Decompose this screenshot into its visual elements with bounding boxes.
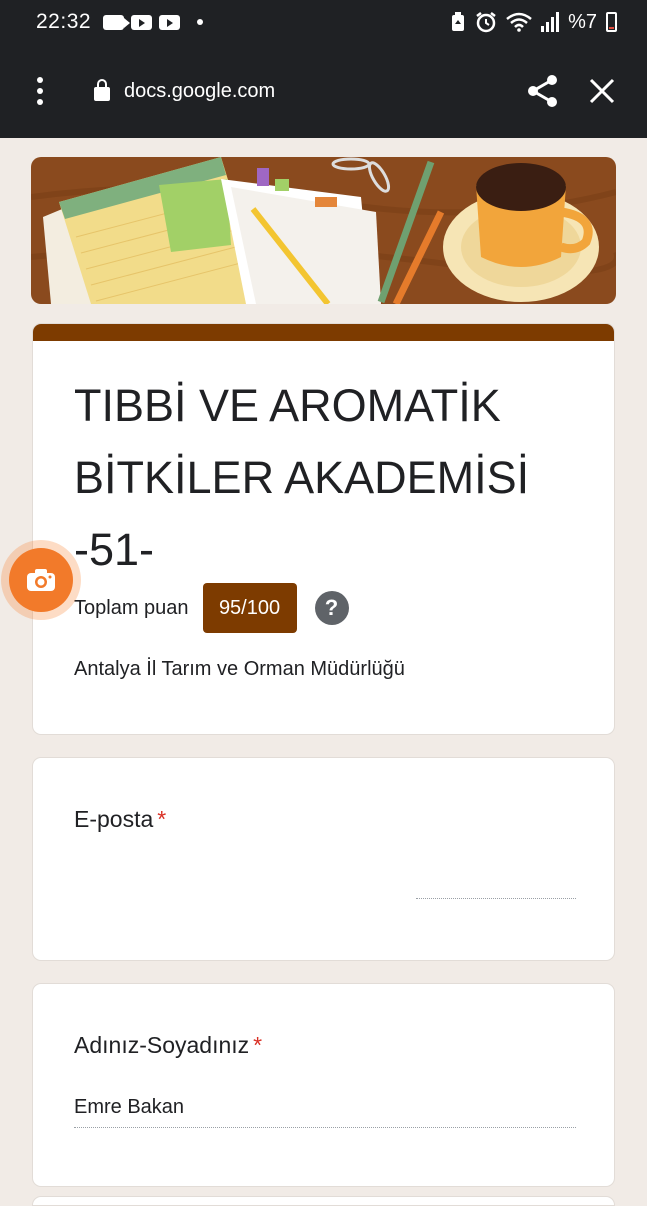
youtube-icon (159, 14, 181, 30)
wifi-icon (506, 12, 532, 32)
question-title: E-posta (74, 806, 154, 832)
email-field[interactable] (416, 898, 576, 899)
camera-icon (9, 548, 73, 612)
url-text[interactable]: docs.google.com (124, 80, 275, 103)
name-field[interactable]: Emre Bakan (74, 1092, 576, 1128)
lock-icon (94, 79, 110, 101)
share-icon[interactable] (515, 63, 571, 119)
battery-icon (606, 12, 617, 32)
dot-icon (197, 19, 204, 25)
alarm-icon (476, 12, 496, 33)
score-label: Toplam puan (74, 596, 189, 619)
close-icon[interactable] (571, 63, 633, 119)
question-title: Adınız-Soyadınız (74, 1032, 250, 1058)
score-badge: 95/100 (202, 583, 297, 633)
notification-icons (103, 14, 204, 30)
more-vert-icon[interactable] (0, 44, 80, 138)
help-icon[interactable]: ? (314, 591, 349, 625)
score-row: Toplam puan 95/100 ? (74, 583, 349, 633)
question-label: E-posta * (74, 806, 166, 833)
signal-icon (541, 12, 560, 32)
battery-percent: %7 (568, 10, 597, 33)
status-time: 22:32 (36, 10, 92, 33)
question-card-name: Adınız-Soyadınız * Emre Bakan (32, 983, 615, 1187)
youtube-icon (131, 14, 153, 30)
question-card-email: E-posta * (32, 757, 615, 961)
next-question-card (32, 1196, 615, 1206)
screenshot-button[interactable] (1, 540, 81, 620)
accent-bar (33, 324, 614, 341)
browser-toolbar: docs.google.com (0, 44, 647, 138)
required-asterisk: * (157, 806, 167, 832)
video-recorder-icon (103, 14, 131, 30)
form-description: Antalya İl Tarım ve Orman Müdürlüğü (74, 658, 405, 680)
battery-saver-icon (452, 12, 465, 31)
required-asterisk: * (253, 1032, 263, 1058)
header-banner-image (31, 157, 616, 304)
question-label: Adınız-Soyadınız * (74, 1032, 262, 1059)
form-title: TIBBİ VE AROMATİK BİTKİLER AKADEMİSİ -51… (74, 380, 530, 575)
form-header-card: TIBBİ VE AROMATİK BİTKİLER AKADEMİSİ -51… (32, 323, 615, 735)
system-icons: %7 (450, 11, 617, 34)
status-bar: 22:32 %7 (0, 0, 647, 44)
